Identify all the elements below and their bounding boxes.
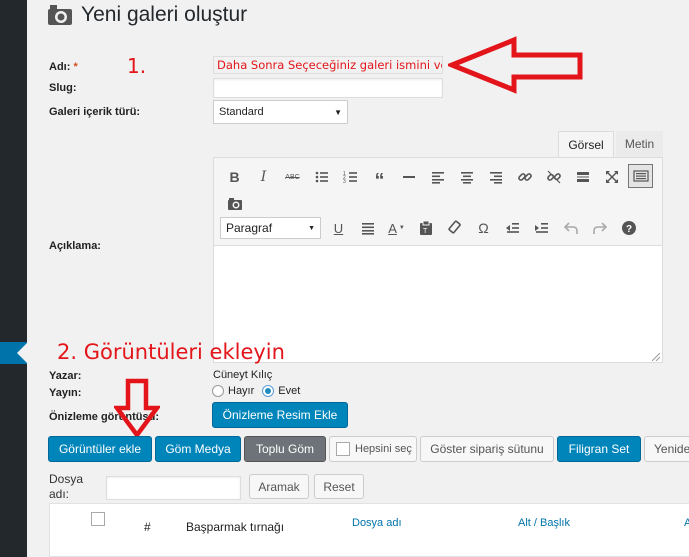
format-value: Paragraf <box>226 221 273 235</box>
link-icon[interactable] <box>510 164 539 190</box>
publish-radio-group: Hayır Evet <box>212 385 300 397</box>
clear-formatting-icon[interactable] <box>440 215 469 241</box>
strikethrough-icon[interactable]: ABC <box>278 164 307 190</box>
publish-option-yes: Evet <box>278 385 301 397</box>
name-input[interactable]: Daha Sonra Seçeceğiniz galeri ismini ver… <box>213 56 443 74</box>
numbered-list-icon[interactable]: 123 <box>336 164 365 190</box>
column-alt-title[interactable]: Alt / Başlık <box>518 517 570 529</box>
content-type-label: Galeri içerik türü: <box>49 106 141 118</box>
description-editor: B I ABC 123 “ Paragraf ▼ U A ▼ T Ω ? <box>213 157 663 363</box>
undo-icon[interactable] <box>556 215 585 241</box>
resize-handle-icon[interactable] <box>651 352 661 362</box>
column-more[interactable]: A <box>684 517 689 529</box>
tab-text[interactable]: Metin <box>616 131 663 157</box>
format-select[interactable]: Paragraf ▼ <box>220 217 321 239</box>
paste-text-icon[interactable]: T <box>411 215 440 241</box>
align-center-icon[interactable] <box>452 164 481 190</box>
outdent-icon[interactable] <box>498 215 527 241</box>
content-type-value: Standard <box>219 106 264 118</box>
svg-text:T: T <box>423 228 428 235</box>
chevron-down-icon: ▼ <box>308 224 315 232</box>
preview-image-button[interactable]: Önizleme Resim Ekle <box>212 402 348 428</box>
table-select-all-checkbox[interactable] <box>91 512 105 526</box>
publish-radio-yes[interactable] <box>262 385 275 397</box>
bulk-embed-button[interactable]: Toplu Göm <box>244 436 326 462</box>
italic-icon[interactable]: I <box>249 164 278 190</box>
indent-icon[interactable] <box>527 215 556 241</box>
column-filename[interactable]: Dosya adı <box>352 517 402 529</box>
name-label: Adı: * <box>49 61 78 73</box>
select-all-checkbox[interactable] <box>336 442 350 456</box>
column-number: # <box>144 520 151 534</box>
column-thumbnail: Başparmak tırnağı <box>186 520 285 534</box>
content-type-select[interactable]: Standard ▼ <box>213 100 348 124</box>
author-value: Cüneyt Kılıç <box>213 369 273 381</box>
unlink-icon[interactable] <box>539 164 568 190</box>
reset-button[interactable]: Reset <box>314 474 364 499</box>
file-filter-label: Dosya adı: <box>49 472 84 501</box>
fullscreen-icon[interactable] <box>597 164 626 190</box>
editor-toolbar-row1b <box>220 191 249 217</box>
camera-icon[interactable] <box>220 191 249 217</box>
blockquote-icon[interactable]: “ <box>365 164 394 191</box>
read-more-icon[interactable] <box>568 164 597 190</box>
camera-icon <box>48 5 72 25</box>
select-all-label: Hepsini seç <box>355 443 412 455</box>
publish-label: Yayın: <box>49 387 82 399</box>
align-left-icon[interactable] <box>423 164 452 190</box>
horizontal-rule-icon[interactable] <box>394 164 423 190</box>
file-filter-input[interactable] <box>106 476 241 500</box>
special-char-icon[interactable]: Ω <box>469 215 498 241</box>
watermark-button[interactable]: Filigran Set <box>557 436 641 462</box>
editor-toolbar-row2: Paragraf ▼ U A ▼ T Ω ? <box>220 215 643 241</box>
toolbar-toggle-icon[interactable] <box>628 164 653 188</box>
gallery-table-header: # Başparmak tırnağı Dosya adı Alt / Başl… <box>49 503 689 557</box>
annotation-arrow-down <box>114 378 160 438</box>
sidebar-current-pointer <box>17 343 27 363</box>
editor-toolbar-row1: B I ABC 123 “ <box>220 164 653 191</box>
chevron-down-icon: ▼ <box>334 107 342 117</box>
align-right-icon[interactable] <box>481 164 510 190</box>
slug-label: Slug: <box>49 82 77 94</box>
description-label: Açıklama: <box>49 240 101 252</box>
more-button[interactable]: Yenide <box>644 436 689 462</box>
publish-option-no: Hayır <box>228 385 255 397</box>
svg-text:?: ? <box>626 224 632 235</box>
justify-icon[interactable] <box>353 215 382 241</box>
embed-media-button[interactable]: Göm Medya <box>155 436 241 462</box>
select-all-button[interactable]: Hepsini seç <box>329 436 417 462</box>
show-order-column-button[interactable]: Göster sipariş sütunu <box>420 436 554 462</box>
annotation-arrow-left <box>448 36 583 94</box>
required-mark: * <box>73 61 78 73</box>
help-icon[interactable]: ? <box>614 215 643 241</box>
annotation-step2: 2. Görüntüleri ekleyin <box>57 340 285 364</box>
search-button[interactable]: Aramak <box>249 474 309 499</box>
bullet-list-icon[interactable] <box>307 164 336 190</box>
add-images-button[interactable]: Görüntüler ekle <box>48 436 152 462</box>
svg-text:3: 3 <box>343 179 346 185</box>
author-label: Yazar: <box>49 370 82 382</box>
redo-icon[interactable] <box>585 215 614 241</box>
bold-icon[interactable]: B <box>220 164 249 190</box>
page-title: Yeni galeri oluştur <box>47 0 247 30</box>
annotation-step1: 1. <box>127 54 147 78</box>
text-color-icon[interactable]: A ▼ <box>382 215 411 241</box>
underline-icon[interactable]: U <box>324 215 353 241</box>
slug-input[interactable] <box>213 78 443 98</box>
page-title-text: Yeni galeri oluştur <box>81 3 248 26</box>
publish-radio-no[interactable] <box>212 385 224 397</box>
admin-sidebar <box>0 0 27 557</box>
tab-visual[interactable]: Görsel <box>558 131 614 157</box>
